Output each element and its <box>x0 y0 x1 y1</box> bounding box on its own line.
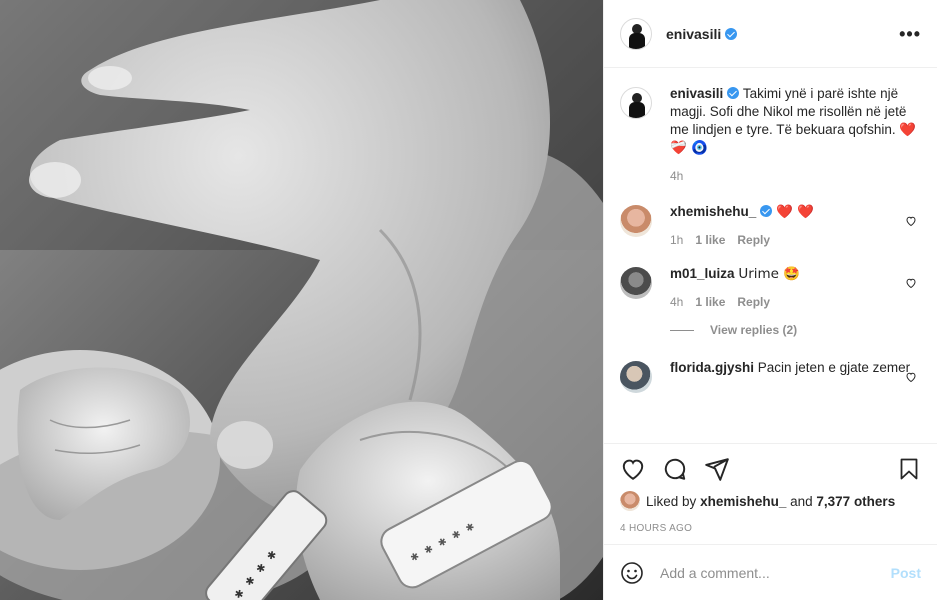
more-options-button[interactable]: ••• <box>899 25 921 43</box>
comment-username[interactable]: m01_luiza <box>670 266 735 281</box>
share-icon[interactable] <box>704 456 730 482</box>
verified-badge-icon <box>727 87 740 99</box>
comment-item: m01_luiza Urime 🤩 4h 1 like Reply <box>620 265 921 311</box>
comment-time[interactable]: 4h <box>670 293 683 311</box>
verified-badge-icon <box>725 27 738 40</box>
comment-username[interactable]: xhemishehu_ <box>670 204 756 219</box>
like-comment-heart-icon[interactable] <box>905 215 917 227</box>
view-replies-button[interactable]: View replies (2) <box>670 323 921 337</box>
comment-likes[interactable]: 1 like <box>695 231 725 249</box>
caption: enivasili Takimi ynë i parë ishte një ma… <box>620 85 921 185</box>
like-comment-heart-icon[interactable] <box>905 277 917 289</box>
reply-button[interactable]: Reply <box>737 231 770 249</box>
post-modal: ✱ ✱ ✱ ✱ ✱ ✱ ✱ ✱ ✱ enivasili ••• enivasil… <box>0 0 937 600</box>
comment-likes[interactable]: 1 like <box>695 293 725 311</box>
post-comment-button[interactable]: Post <box>891 565 921 581</box>
caption-username[interactable]: enivasili <box>670 86 723 101</box>
post-header: enivasili ••• <box>604 0 937 68</box>
avatar[interactable] <box>620 205 652 237</box>
comments-list[interactable]: enivasili Takimi ynë i parë ishte një ma… <box>604 69 937 442</box>
comment-time[interactable]: 1h <box>670 231 683 249</box>
caption-time[interactable]: 4h <box>670 167 683 185</box>
comment-item: florida.gjyshi Pacin jeten e gjate zemer <box>620 359 921 393</box>
post-actions: Liked by xhemishehu_ and 7,377 others 4 … <box>604 443 937 534</box>
avatar[interactable] <box>620 267 652 299</box>
comment-item: xhemishehu_ ❤️ ❤️ 1h 1 like Reply <box>620 203 921 249</box>
avatar[interactable] <box>620 491 640 511</box>
comment-username[interactable]: florida.gjyshi <box>670 360 754 375</box>
post-photo[interactable]: ✱ ✱ ✱ ✱ ✱ ✱ ✱ ✱ ✱ <box>0 0 603 600</box>
bookmark-icon[interactable] <box>897 456 921 482</box>
add-comment-bar: Post <box>604 544 937 600</box>
reply-button[interactable]: Reply <box>737 293 770 311</box>
likes-summary: Liked by xhemishehu_ and 7,377 others <box>620 491 921 511</box>
comment-text: ❤️ ❤️ <box>776 204 814 220</box>
avatar[interactable] <box>620 87 652 119</box>
likes-count-link[interactable]: 7,377 others <box>816 494 895 509</box>
likes-user-link[interactable]: xhemishehu_ <box>700 494 786 509</box>
heart-icon[interactable] <box>620 456 646 482</box>
avatar[interactable] <box>620 17 652 50</box>
verified-badge-icon <box>760 205 773 217</box>
post-timestamp[interactable]: 4 HOURS AGO <box>620 523 921 534</box>
emoji-icon[interactable] <box>620 561 644 585</box>
avatar[interactable] <box>620 361 652 393</box>
post-sidebar: enivasili ••• enivasili Takimi ynë i par… <box>603 0 937 600</box>
comment-text: Pacin jeten e gjate zemer <box>757 360 911 375</box>
comment-input[interactable] <box>660 564 891 581</box>
username-link[interactable]: enivasili <box>666 26 721 42</box>
likes-prefix: Liked by <box>646 493 697 509</box>
comment-text: Urime 🤩 <box>738 266 801 282</box>
likes-conj: and <box>790 493 813 509</box>
like-comment-heart-icon[interactable] <box>905 371 917 383</box>
comment-icon[interactable] <box>662 456 688 482</box>
photo-image: ✱ ✱ ✱ ✱ ✱ ✱ ✱ ✱ ✱ <box>0 0 603 600</box>
